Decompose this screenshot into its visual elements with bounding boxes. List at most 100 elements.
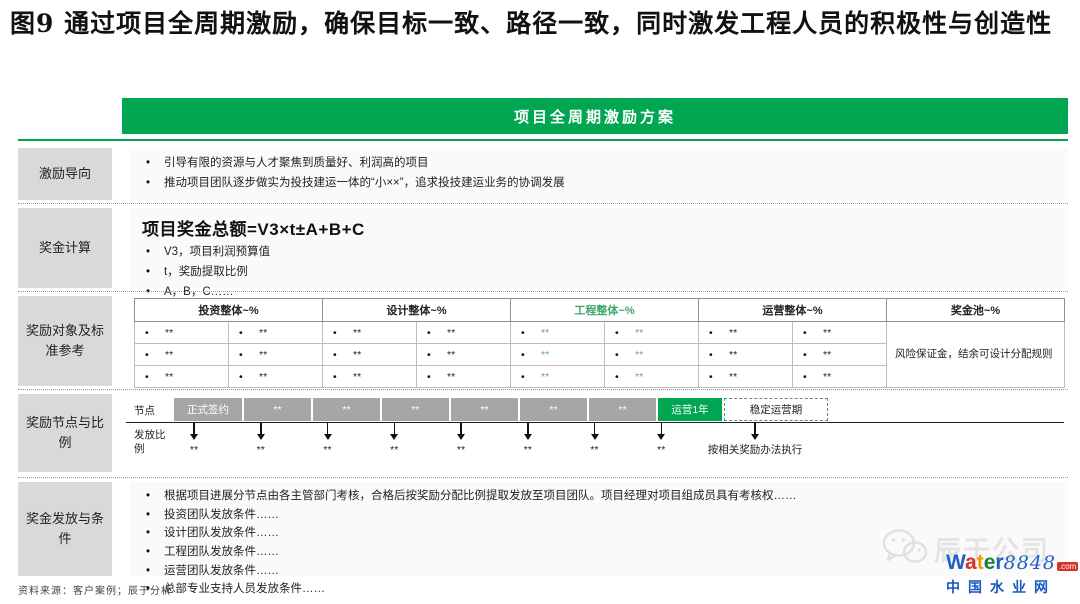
payout-ratio: **: [323, 443, 331, 459]
table-cell: **: [229, 371, 322, 383]
table-cell: **: [605, 349, 698, 361]
table-cell: **: [135, 327, 228, 339]
down-arrow-icon: [657, 434, 665, 440]
wechat-icon: [882, 528, 928, 568]
timeline-arrows: ** ** ** **: [162, 423, 814, 459]
reward-standards-table: 投资整体~% 设计整体~% 工程整体~% 运营整体~% 奖金池~% ** ** …: [134, 298, 1065, 388]
timeline-node-label: 节点: [134, 404, 170, 418]
payout-ratio: **: [390, 443, 398, 459]
banner-underline: [18, 139, 1068, 141]
down-arrow-icon: [591, 434, 599, 440]
payout-point: **: [296, 423, 360, 459]
table-cell: **: [699, 327, 792, 339]
payout-point: **: [229, 423, 293, 459]
table-cell: **: [793, 349, 886, 361]
table-cell: **: [323, 327, 416, 339]
direction-bullet: 引导有限的资源与人才聚焦到质量好、利润高的项目: [138, 153, 1060, 173]
logo-subtext-label: 中国水业网: [946, 577, 1056, 597]
payout-point: **: [362, 423, 426, 459]
timeline-nodes: 正式签约 ** ** ** ** ** ** 运营1年 稳定运营期: [174, 398, 828, 421]
table-cell: **: [417, 327, 510, 339]
col-header-engineering: 工程整体~%: [511, 299, 699, 322]
logo-tld: .com: [1057, 562, 1078, 571]
payout-ratio: **: [590, 443, 598, 459]
row-direction: 激励导向 引导有限的资源与人才聚焦到质量好、利润高的项目 推动项目团队逐步做实为…: [18, 148, 1068, 200]
table-cell: **: [511, 371, 604, 383]
payout-point: **: [496, 423, 560, 459]
row-targets-content: 投资整体~% 设计整体~% 工程整体~% 运营整体~% 奖金池~% ** ** …: [130, 296, 1068, 386]
payout-point: **: [429, 423, 493, 459]
col-header-pool: 奖金池~%: [887, 299, 1065, 322]
payout-ratio: **: [657, 443, 665, 459]
slide: 图9 通过项目全周期激励，确保目标一致、路径一致，同时激发工程人员的积极性与创造…: [0, 0, 1080, 604]
calculation-bullet: V3，项目利润预算值: [138, 242, 1060, 262]
timeline-node: 正式签约: [174, 398, 242, 421]
payout-bullet: 总部专业支持人员发放条件……: [138, 580, 1060, 599]
logo-word: Water: [946, 551, 1004, 575]
table-cell: **: [323, 371, 416, 383]
timeline-node: **: [313, 398, 380, 421]
down-arrow-icon: [594, 423, 596, 434]
row-direction-content: 引导有限的资源与人才聚焦到质量好、利润高的项目 推动项目团队逐步做实为投技建运一…: [130, 148, 1068, 200]
down-arrow-icon: [190, 434, 198, 440]
row-payout-label: 奖金发放与条件: [18, 482, 112, 576]
row-separator: [18, 291, 1068, 292]
down-arrow-icon: [390, 434, 398, 440]
timeline-node: **: [382, 398, 449, 421]
table-cell: **: [699, 371, 792, 383]
table-cell: **: [699, 349, 792, 361]
timeline-node: **: [451, 398, 518, 421]
row-timeline: 奖励节点与比例 节点 正式签约 ** ** ** ** ** ** 运营1年 稳…: [18, 394, 1068, 472]
down-arrow-icon: [327, 423, 329, 434]
pool-note-cell: 风险保证金，结余可设计分配规则: [887, 322, 1065, 388]
col-header-design: 设计整体~%: [323, 299, 511, 322]
row-timeline-content: 节点 正式签约 ** ** ** ** ** ** 运营1年 稳定运营期 发放比…: [130, 394, 1068, 472]
payout-point: **: [629, 423, 693, 459]
timeline-node: **: [589, 398, 656, 421]
timeline-node-stable-operation: 稳定运营期: [724, 398, 828, 421]
table-cell: **: [605, 327, 698, 339]
row-targets-label: 奖励对象及标准参考: [18, 296, 112, 386]
col-header-investment: 投资整体~%: [135, 299, 323, 322]
table-row: ** ** ** ** ** ** ** ** 风险保证金，结余可设计分配规则: [135, 322, 1065, 344]
section-banner: 项目全周期激励方案: [122, 98, 1068, 134]
payout-ratio: **: [257, 443, 265, 459]
timeline-node: **: [520, 398, 587, 421]
down-arrow-icon: [324, 434, 332, 440]
down-arrow-icon: [754, 423, 756, 434]
source-note: 资料来源：客户案例；辰于分析: [18, 582, 172, 597]
payout-ratio: **: [524, 443, 532, 459]
payout-ratio: 按相关奖励办法执行: [708, 443, 803, 459]
logo-number: 8848: [1004, 552, 1056, 574]
down-arrow-icon: [751, 434, 759, 440]
row-calculation-content: 项目奖金总额=V3×t±A+B+C V3，项目利润预算值 t，奖励提取比例 A，…: [130, 208, 1068, 288]
payout-ratio: **: [190, 443, 198, 459]
table-cell: **: [229, 327, 322, 339]
calculation-bullet: t，奖励提取比例: [138, 262, 1060, 282]
water8848-logo: Water 8848 .com 中国水业网: [946, 551, 1074, 597]
payout-bullet: 根据项目进展分节点由各主管部门考核，合格后按奖励分配比例提取发放至项目团队。项目…: [138, 487, 1060, 506]
down-arrow-icon: [257, 434, 265, 440]
table-cell: **: [135, 349, 228, 361]
row-targets: 奖励对象及标准参考 投资整体~% 设计整体~% 工程整体~% 运营整体~% 奖金…: [18, 296, 1068, 386]
table-cell: **: [323, 349, 416, 361]
table-cell: **: [793, 371, 886, 383]
table-cell: **: [511, 327, 604, 339]
direction-bullet: 推动项目团队逐步做实为投技建运一体的“小××”，追求投技建运业务的协调发展: [138, 173, 1060, 193]
table-cell: **: [135, 371, 228, 383]
timeline-node-operation-year1: 运营1年: [658, 398, 722, 421]
logo-subtext: 中国水业网: [946, 577, 1074, 597]
page-title: 图9 通过项目全周期激励，确保目标一致、路径一致，同时激发工程人员的积极性与创造…: [10, 6, 1074, 42]
row-calculation-label: 奖金计算: [18, 208, 112, 288]
row-separator: [18, 477, 1068, 478]
down-arrow-icon: [193, 423, 195, 434]
table-cell: **: [511, 349, 604, 361]
payout-point: **: [162, 423, 226, 459]
row-direction-label: 激励导向: [18, 148, 112, 200]
table-cell: **: [793, 327, 886, 339]
row-timeline-label: 奖励节点与比例: [18, 394, 112, 472]
table-cell: **: [229, 349, 322, 361]
row-calculation: 奖金计算 项目奖金总额=V3×t±A+B+C V3，项目利润预算值 t，奖励提取…: [18, 208, 1068, 288]
down-arrow-icon: [460, 423, 462, 434]
payout-bullet: 投资团队发放条件……: [138, 506, 1060, 525]
